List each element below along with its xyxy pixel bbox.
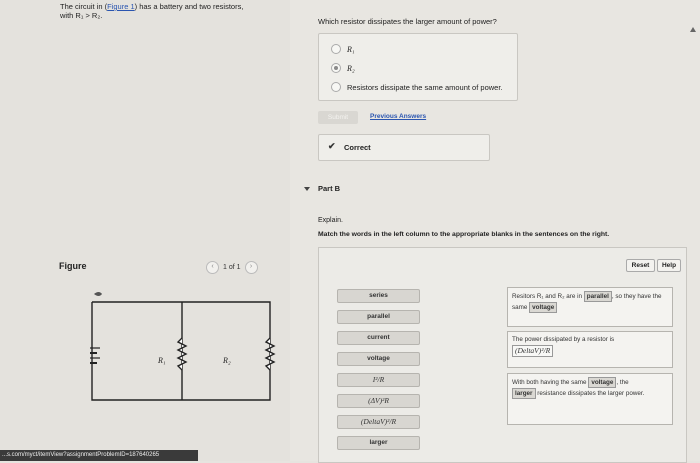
figure-pager: ‹ 1 of 1 ›: [206, 261, 258, 274]
part-b-explain: Explain.: [318, 217, 343, 224]
circuit-diagram: [90, 292, 276, 401]
option-same[interactable]: Resistors dissipate the same amount of p…: [331, 82, 503, 92]
previous-answers-link[interactable]: Previous Answers: [370, 113, 426, 120]
figure-label: Figure: [59, 261, 87, 271]
drop-blank[interactable]: larger: [512, 388, 536, 399]
help-button[interactable]: Help: [657, 259, 681, 272]
resistor-r2: [264, 337, 276, 371]
option-r2[interactable]: R₂: [331, 63, 355, 73]
tile-dv2-r[interactable]: (ΔV)²R: [337, 394, 420, 408]
part-b-instruction: Match the words in the left column to th…: [318, 231, 610, 238]
resistor-r1: [176, 337, 188, 371]
drop-blank[interactable]: (DeltaV)²/R: [512, 345, 554, 357]
checkmark-icon: ✔: [328, 141, 336, 151]
submit-button[interactable]: Submit: [318, 111, 358, 124]
tile-i2-over-r[interactable]: I²/R: [337, 373, 420, 387]
figure-link[interactable]: Figure 1: [107, 2, 135, 11]
scroll-up-icon[interactable]: [690, 27, 696, 32]
tile-larger[interactable]: larger: [337, 436, 420, 450]
tile-parallel[interactable]: parallel: [337, 310, 420, 324]
sentence-1: Resitors R₁ and R₂ are in parallel, so t…: [507, 287, 673, 327]
problem-intro: The circuit in (Figure 1) has a battery …: [60, 2, 244, 20]
caret-down-icon: [304, 186, 310, 191]
tile-dv2-over-r[interactable]: (DeltaV)²/R: [337, 415, 420, 429]
option-r1[interactable]: R₁: [331, 44, 355, 54]
pager-text: 1 of 1: [223, 264, 241, 271]
sentence-3: With both having the same voltage, the l…: [507, 373, 673, 425]
tile-series[interactable]: series: [337, 289, 420, 303]
radio-button[interactable]: [331, 44, 341, 54]
radio-button-selected[interactable]: [331, 63, 341, 73]
drop-blank[interactable]: parallel: [583, 291, 612, 302]
part-b-header[interactable]: Part B: [304, 184, 340, 193]
drop-blank[interactable]: voltage: [529, 302, 558, 313]
answer-options: R₁ R₂ Resistors dissipate the same amoun…: [318, 33, 518, 101]
drop-blank[interactable]: voltage: [588, 377, 617, 388]
radio-button[interactable]: [331, 82, 341, 92]
hand-pointer-icon: [94, 292, 102, 296]
chevron-left-icon[interactable]: ‹: [206, 261, 219, 274]
sentence-2: The power dissipated by a resistor is (D…: [507, 331, 673, 368]
tile-current[interactable]: current: [337, 331, 420, 345]
feedback-correct: ✔ Correct: [318, 134, 490, 161]
reset-button[interactable]: Reset: [626, 259, 655, 272]
tile-voltage[interactable]: voltage: [337, 352, 420, 366]
chevron-right-icon[interactable]: ›: [244, 261, 258, 274]
part-a-question: Which resistor dissipates the larger amo…: [318, 17, 497, 26]
r2-label: R₂: [223, 356, 231, 365]
r1-label: R₁: [158, 356, 166, 365]
status-bar-url: ...s.com/myct/itemView?assignmentProblem…: [0, 450, 198, 461]
